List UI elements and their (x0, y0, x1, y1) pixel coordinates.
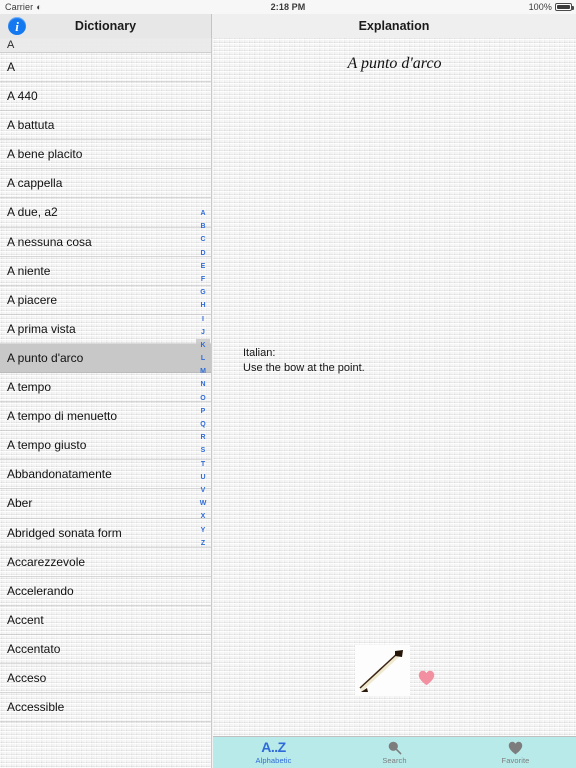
index-letter-z[interactable]: Z (196, 537, 210, 550)
index-letter-l[interactable]: L (196, 352, 210, 365)
battery-percent-label: 100% (528, 2, 552, 12)
tab-search[interactable]: Search (334, 737, 455, 768)
magnifier-icon (387, 740, 402, 755)
explanation-body: Italian: Use the bow at the point. (243, 347, 365, 374)
dictionary-row[interactable]: A tempo di menuetto (0, 402, 211, 432)
status-bar-time: 2:18 PM (270, 2, 306, 12)
dictionary-row[interactable]: Abridged sonata form (0, 519, 211, 548)
dictionary-row[interactable]: Acceso (0, 664, 211, 694)
dictionary-row[interactable]: Accessible (0, 693, 211, 723)
index-letter-r[interactable]: R (196, 431, 210, 444)
navigation-bar-right: Explanation (212, 14, 576, 38)
dictionary-row[interactable]: A prima vista (0, 315, 211, 344)
dictionary-row[interactable]: A battuta (0, 111, 211, 141)
index-letter-q[interactable]: Q (196, 418, 210, 431)
dictionary-row[interactable]: Accarezzevole (0, 548, 211, 577)
index-letter-u[interactable]: U (196, 471, 210, 484)
index-letter-a[interactable]: A (196, 207, 210, 220)
index-letter-o[interactable]: O (196, 392, 210, 405)
page-title-dictionary: Dictionary (74, 19, 137, 33)
index-letter-d[interactable]: D (196, 247, 210, 260)
explanation-title: A punto d'arco (347, 55, 442, 72)
dictionary-row[interactable]: Accelerando (0, 577, 211, 606)
explanation-pane: A punto d'arco Italian: Use the bow at t… (213, 38, 576, 736)
index-letter-e[interactable]: E (196, 260, 210, 273)
az-glyph: A..Z (261, 739, 286, 755)
index-letter-b[interactable]: B (196, 220, 210, 233)
info-glyph: i (15, 18, 19, 34)
tab-label: Search (382, 756, 407, 765)
explanation-media-row (355, 645, 435, 696)
dictionary-row[interactable]: A nessuna cosa (0, 228, 211, 257)
dictionary-row[interactable]: A 440 (0, 82, 211, 112)
index-letter-n[interactable]: N (196, 378, 210, 391)
dictionary-row[interactable]: A punto d'arco (0, 343, 211, 374)
dictionary-row[interactable]: A piacere (0, 286, 211, 315)
dictionary-row[interactable]: Accentato (0, 635, 211, 664)
violin-bow-image[interactable] (355, 645, 410, 696)
dictionary-rows: AA 440 A battuta A bene placito A cappella A… (0, 53, 211, 723)
az-icon: A..Z (261, 739, 286, 755)
dictionary-row[interactable]: A cappella (0, 169, 211, 199)
index-letter-f[interactable]: F (196, 273, 210, 286)
dictionary-row[interactable]: Abbandonatamente (0, 460, 211, 490)
tab-label: Alphabetic (255, 756, 292, 765)
index-letter-x[interactable]: X (196, 510, 210, 523)
tab-label: Favorite (501, 756, 530, 765)
index-letter-y[interactable]: Y (196, 524, 210, 537)
dictionary-row[interactable]: A (0, 53, 211, 83)
heart-icon[interactable] (418, 670, 435, 686)
index-letter-t[interactable]: T (196, 458, 210, 471)
status-bar-right: 100% (528, 2, 574, 12)
navigation-bar-left: i Dictionary (0, 14, 212, 38)
dictionary-row[interactable]: A due, a2 (0, 198, 211, 228)
index-letter-j[interactable]: J (196, 326, 210, 339)
status-bar: Carrier ◐ 2:18 PM 100% (0, 0, 576, 14)
index-letter-v[interactable]: V (196, 484, 210, 497)
tab-bar: A..Z Alphabetic Search Favorite (213, 736, 576, 768)
index-letter-k[interactable]: K (196, 338, 210, 353)
heart-icon (508, 740, 523, 755)
navigation-bar: i Dictionary Explanation (0, 14, 576, 38)
index-letter-p[interactable]: P (196, 405, 210, 418)
index-letter-c[interactable]: C (196, 233, 210, 246)
info-circle-icon[interactable]: i (8, 17, 26, 35)
alphabet-index-bar[interactable]: ABCDEFGHIJKLMNOPQRSTUVWXYZ (196, 207, 210, 550)
index-letter-g[interactable]: G (196, 286, 210, 299)
index-letter-w[interactable]: W (196, 497, 210, 510)
tab-favorite[interactable]: Favorite (455, 737, 576, 768)
app-root: Carrier ◐ 2:18 PM 100% i Dictionary Expl… (0, 0, 576, 768)
index-letter-s[interactable]: S (196, 444, 210, 457)
dictionary-row[interactable]: A tempo (0, 373, 211, 403)
index-letter-h[interactable]: H (196, 299, 210, 312)
index-letter-i[interactable]: I (196, 313, 210, 326)
page-title-explanation: Explanation (358, 19, 430, 33)
section-header-a: A (0, 38, 211, 53)
dictionary-row[interactable]: A niente (0, 257, 211, 286)
dictionary-row[interactable]: Accent (0, 606, 211, 635)
dictionary-row[interactable]: Aber (0, 489, 211, 519)
index-letter-m[interactable]: M (196, 365, 210, 378)
dictionary-row[interactable]: A bene placito (0, 140, 211, 170)
dictionary-row[interactable]: A tempo giusto (0, 431, 211, 461)
tab-alphabetic[interactable]: A..Z Alphabetic (213, 737, 334, 768)
dictionary-list[interactable]: A AA 440 A battuta A bene placito A cappell… (0, 38, 212, 768)
battery-full-icon (555, 3, 574, 11)
